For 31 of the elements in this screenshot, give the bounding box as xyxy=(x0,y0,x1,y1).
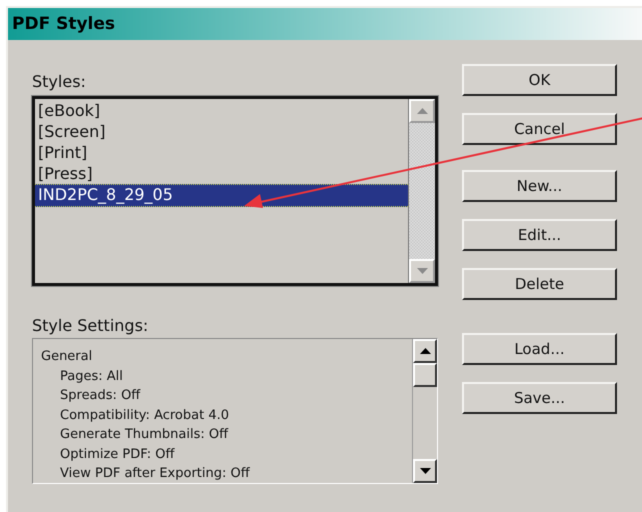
dialog-button[interactable]: Delete xyxy=(462,268,617,300)
dialog-button[interactable]: New... xyxy=(462,170,617,202)
setting-heading: General xyxy=(41,348,94,366)
down-arrow-icon xyxy=(420,468,430,474)
scroll-down-button[interactable] xyxy=(413,459,437,483)
dialog-button[interactable]: Edit... xyxy=(462,219,617,251)
setting-line: Compatibility: Acrobat 4.0 xyxy=(60,406,230,424)
down-arrow-icon xyxy=(416,268,428,274)
style-list-item[interactable]: [Press] xyxy=(35,163,408,184)
setting-line: Optimize PDF: Off xyxy=(60,446,176,464)
setting-line: Pages: All xyxy=(60,368,124,386)
setting-line: Spreads: Off xyxy=(60,387,142,405)
scroll-thumb[interactable] xyxy=(413,363,437,387)
styles-list[interactable]: [eBook] [Screen] [Print] [Press] IND2PC_8_29_05 xyxy=(32,96,438,286)
scrollbar[interactable] xyxy=(412,339,437,483)
style-settings-label: Style Settings: xyxy=(32,316,150,337)
setting-line: Generate Thumbnails: Off xyxy=(60,426,230,444)
window-title: PDF Styles xyxy=(12,14,116,34)
up-arrow-icon xyxy=(416,108,428,114)
dialog-button[interactable]: Save... xyxy=(462,382,617,414)
up-arrow-icon xyxy=(420,348,430,354)
styles-label: Styles: xyxy=(32,72,87,93)
dialog-button[interactable]: OK xyxy=(462,64,617,96)
dialog-button[interactable]: Cancel xyxy=(462,113,617,145)
setting-line: View PDF after Exporting: Off xyxy=(60,465,251,483)
style-list-item[interactable]: [eBook] xyxy=(35,100,408,121)
style-list-item[interactable]: IND2PC_8_29_05 xyxy=(35,184,408,207)
style-list-item[interactable]: [Print] xyxy=(35,142,408,163)
dialog-button[interactable]: Load... xyxy=(462,333,617,365)
style-list-item[interactable]: [Screen] xyxy=(35,121,408,142)
scroll-up-button[interactable] xyxy=(413,339,437,363)
